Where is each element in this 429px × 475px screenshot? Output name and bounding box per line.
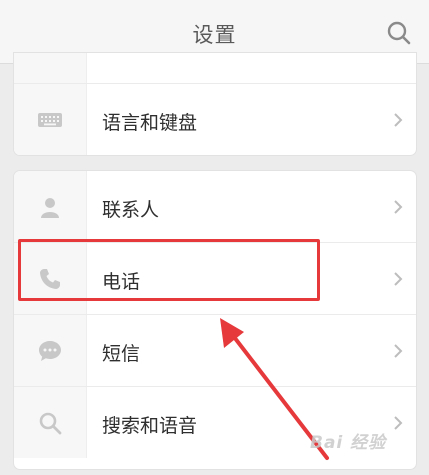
settings-item-label: 搜索和语音 [102,415,198,437]
settings-item-contacts[interactable]: 联系人 [14,171,416,242]
search-icon[interactable] [386,20,412,46]
watermark: Bai 经验 [310,433,387,453]
contact-person-icon [41,197,59,218]
keyboard-icon [38,112,62,127]
settings-item-sms[interactable]: 短信 [14,315,416,386]
settings-item-label: 语言和键盘 [102,112,198,134]
icon-cell [14,315,87,386]
settings-item-label: 短信 [102,343,141,365]
chevron-right-icon [394,416,403,430]
chevron-right-icon [394,272,403,286]
page-title: 设置 [192,23,237,47]
chevron-right-icon [394,200,403,214]
icon-cell [14,387,87,458]
icon-cell [14,53,87,83]
settings-item-label: 联系人 [102,199,160,221]
search-icon [39,412,62,434]
settings-item-partial[interactable] [14,53,416,83]
icon-cell [14,84,87,155]
icon-cell [14,171,87,242]
sms-bubble-icon [39,340,61,361]
settings-group-2: 联系人 电话 短信 搜索和语音 [13,170,417,470]
settings-group-1: 语言和键盘 [13,52,417,156]
settings-item-language-keyboard[interactable]: 语言和键盘 [14,84,416,155]
chevron-right-icon [394,113,403,127]
chevron-right-icon [394,344,403,358]
highlight-box [18,239,320,301]
